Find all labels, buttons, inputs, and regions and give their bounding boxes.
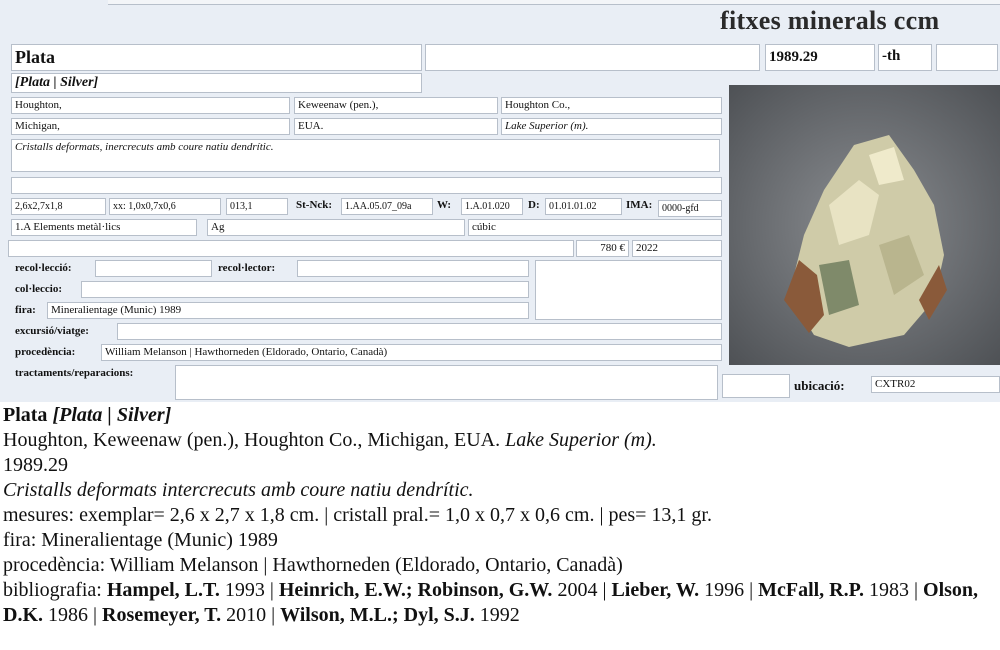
- locality-district-field[interactable]: Houghton Co.,: [501, 97, 722, 114]
- synonyms-field[interactable]: [Plata | Silver]: [11, 73, 422, 93]
- bib-year: 1993: [219, 579, 265, 601]
- report-fair: fira: Mineralientage (Munic) 1989: [3, 529, 278, 551]
- formula-field[interactable]: Ag: [207, 219, 465, 236]
- bib-year: 1986: [43, 604, 88, 626]
- treatments-label: tractaments/reparacions:: [15, 367, 134, 379]
- location-field[interactable]: CXTR02: [871, 376, 1000, 393]
- provenance-field[interactable]: William Melanson | Hawthorneden (Eldorad…: [101, 344, 722, 361]
- excursion-field[interactable]: [117, 323, 722, 340]
- size-field[interactable]: 2,6x2,7x1,8: [11, 198, 106, 215]
- bib-year: 1992: [474, 604, 520, 626]
- bib-author: Wilson, M.L.; Dyl, S.J.: [280, 604, 475, 626]
- w-field[interactable]: 1.A.01.020: [461, 198, 523, 215]
- mineral-record-form: fitxes minerals ccm Plata 1989.29 -th [P…: [0, 0, 1000, 402]
- recol-lector-field[interactable]: [297, 260, 529, 277]
- suffix-field[interactable]: -th: [878, 44, 932, 71]
- bib-author: Rosemeyer, T.: [102, 604, 222, 626]
- collection-label: col·leccio:: [15, 283, 63, 295]
- catalog-number-field[interactable]: 1989.29: [765, 44, 875, 71]
- excursion-label: excursió/viatge:: [15, 325, 89, 337]
- blank-field-2[interactable]: [936, 44, 998, 71]
- bib-separator: |: [744, 579, 759, 601]
- report-description: Cristalls deformats intercrecuts amb cou…: [3, 479, 474, 501]
- report-title: Plata [Plata | Silver]: [3, 403, 997, 428]
- report-provenance: procedència: William Melanson | Hawthorn…: [3, 554, 623, 576]
- collection-field[interactable]: [81, 281, 529, 298]
- locality-county-field[interactable]: Keweenaw (pen.),: [294, 97, 498, 114]
- report-catalog: 1989.29: [3, 454, 68, 476]
- crystal-size-field[interactable]: xx: 1,0x0,7x0,6: [109, 198, 221, 215]
- top-strip: [108, 0, 1000, 5]
- weight-field[interactable]: 013,1: [226, 198, 288, 215]
- provenance-label: procedència:: [15, 346, 76, 358]
- report-summary: Plata [Plata | Silver] Houghton, Keweena…: [3, 403, 997, 628]
- report-bibliography: bibliografia: Hampel, L.T. 1993 | Heinri…: [3, 578, 997, 628]
- report-locality-region: Lake Superior (m).: [505, 429, 657, 451]
- stnck-field[interactable]: 1.AA.05.07_09a: [341, 198, 433, 215]
- notes-field[interactable]: [11, 177, 722, 194]
- silver-specimen-icon: [784, 135, 947, 347]
- report-locality-text: Houghton, Keweenaw (pen.), Houghton Co.,…: [3, 429, 506, 451]
- bib-year: 2010: [221, 604, 267, 626]
- bib-separator: |: [264, 579, 279, 601]
- bib-separator: |: [909, 579, 924, 601]
- specimen-photo: [729, 85, 1000, 365]
- bib-year: 1996: [699, 579, 745, 601]
- blank-field-1[interactable]: [425, 44, 760, 71]
- ima-label: IMA:: [626, 199, 653, 211]
- treatments-field[interactable]: [175, 365, 718, 400]
- recol-leccio-label: recol·lecció:: [15, 262, 72, 274]
- year-field[interactable]: 2022: [632, 240, 722, 257]
- locality-region-field[interactable]: Lake Superior (m).: [501, 118, 722, 135]
- description-field[interactable]: Cristalls deformats, inercrecuts amb cou…: [11, 139, 720, 172]
- report-synonyms: [Plata | Silver]: [52, 404, 172, 426]
- recol-lector-label: recol·lector:: [218, 262, 276, 274]
- report-mineral-name: Plata: [3, 404, 48, 426]
- d-field[interactable]: 01.01.01.02: [545, 198, 622, 215]
- bib-author: McFall, R.P.: [758, 579, 865, 601]
- report-measures: mesures: exemplar= 2,6 x 2,7 x 1,8 cm. |…: [3, 504, 712, 526]
- bib-year: 1983: [864, 579, 910, 601]
- locality-country-field[interactable]: EUA.: [294, 118, 498, 135]
- locality-state-field[interactable]: Michigan,: [11, 118, 290, 135]
- bib-author: Hampel, L.T.: [106, 579, 220, 601]
- misc-field[interactable]: [8, 240, 574, 257]
- location-label: ubicació:: [794, 378, 845, 393]
- bib-author: Heinrich, E.W.; Robinson, G.W.: [278, 579, 553, 601]
- recol-leccio-field[interactable]: [95, 260, 212, 277]
- bib-author: Lieber, W.: [611, 579, 700, 601]
- location-blank-field[interactable]: [722, 374, 790, 398]
- bibliography-label: bibliografia:: [3, 579, 107, 601]
- bib-year: 2004: [552, 579, 598, 601]
- mineral-name-field[interactable]: Plata: [11, 44, 422, 71]
- d-label: D:: [528, 199, 540, 211]
- w-label: W:: [437, 199, 452, 211]
- stnck-label: St-Nck:: [296, 199, 333, 211]
- crystal-system-field[interactable]: cúbic: [468, 219, 722, 236]
- price-field[interactable]: 780 €: [576, 240, 629, 257]
- fair-label: fira:: [15, 304, 36, 316]
- report-locality: Houghton, Keweenaw (pen.), Houghton Co.,…: [3, 428, 997, 453]
- side-notes-box[interactable]: [535, 260, 722, 320]
- brand-title: fitxes minerals ccm: [720, 6, 940, 35]
- fair-field[interactable]: Mineralientage (Munic) 1989: [47, 302, 529, 319]
- bib-separator: |: [597, 579, 612, 601]
- class-field[interactable]: 1.A Elements metàl·lics: [11, 219, 197, 236]
- bib-separator: |: [88, 604, 103, 626]
- bib-separator: |: [266, 604, 281, 626]
- ima-field[interactable]: 0000-gfd: [658, 200, 722, 217]
- locality-town-field[interactable]: Houghton,: [11, 97, 290, 114]
